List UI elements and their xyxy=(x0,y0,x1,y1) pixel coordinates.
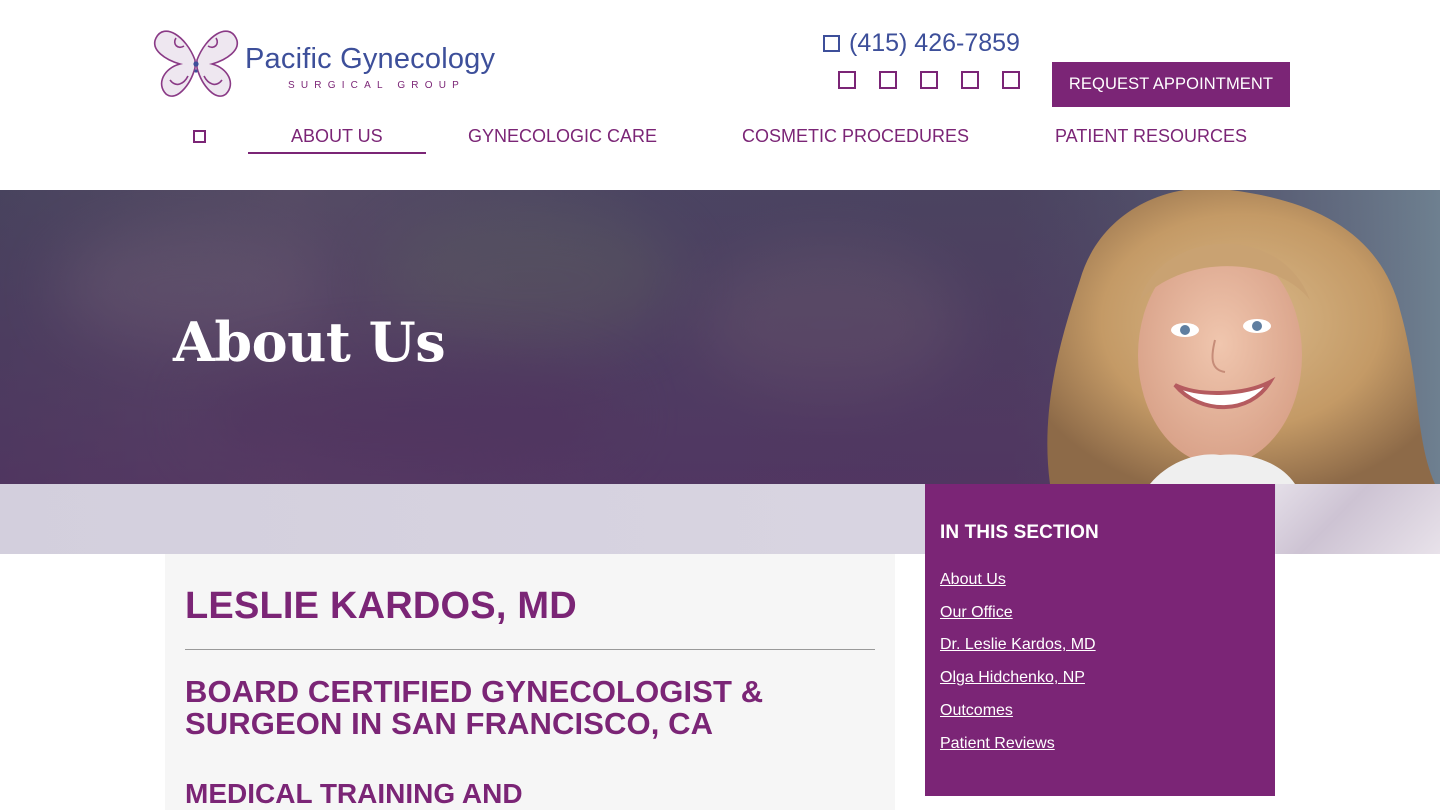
nav-item-about-us[interactable]: ABOUT US xyxy=(291,126,383,147)
credentials-subheading: BOARD CERTIFIED GYNECOLOGIST & SURGEON I… xyxy=(185,674,764,741)
heading-divider xyxy=(185,649,875,650)
page-title: About Us xyxy=(173,310,446,374)
hero-banner: About Us xyxy=(0,190,1440,484)
sidebar-link-about-us[interactable]: About Us xyxy=(940,571,1006,589)
site-logo[interactable]: Pacific Gynecology SURGICAL GROUP xyxy=(150,24,520,102)
doctor-portrait xyxy=(1020,190,1440,484)
phone-number: (415) 426-7859 xyxy=(849,28,1020,57)
twitter-icon[interactable] xyxy=(879,71,920,91)
nav-item-cosmetic-procedures[interactable]: COSMETIC PROCEDURES xyxy=(742,126,969,147)
home-icon[interactable] xyxy=(193,130,206,143)
request-appointment-button[interactable]: REQUEST APPOINTMENT xyxy=(1052,62,1290,107)
butterfly-logo-icon xyxy=(153,30,239,97)
logo-title: Pacific Gynecology xyxy=(245,43,496,75)
phone-link[interactable]: (415) 426-7859 xyxy=(823,28,1020,58)
sidebar-link-our-office[interactable]: Our Office xyxy=(940,604,1013,622)
nav-item-patient-resources[interactable]: PATIENT RESOURCES xyxy=(1055,126,1247,147)
main-nav: ABOUT US GYNECOLOGIC CARE COSMETIC PROCE… xyxy=(0,118,1440,158)
instagram-icon[interactable] xyxy=(920,71,961,91)
social-links xyxy=(838,71,1043,91)
section-sidebar: IN THIS SECTION About Us Our Office Dr. … xyxy=(925,484,1275,796)
linkedin-icon[interactable] xyxy=(1002,71,1043,91)
logo-tagline: SURGICAL GROUP xyxy=(288,80,466,91)
main-content: LESLIE KARDOS, MD BOARD CERTIFIED GYNECO… xyxy=(165,554,895,810)
sidebar-title: IN THIS SECTION xyxy=(940,522,1099,543)
sidebar-link-outcomes[interactable]: Outcomes xyxy=(940,702,1013,720)
doctor-name-heading: LESLIE KARDOS, MD xyxy=(185,585,577,627)
training-section-heading: MEDICAL TRAINING AND xyxy=(185,778,523,809)
facebook-icon[interactable] xyxy=(838,71,879,91)
active-nav-indicator xyxy=(248,152,426,154)
youtube-icon[interactable] xyxy=(961,71,1002,91)
sidebar-link-olga-hidchenko[interactable]: Olga Hidchenko, NP xyxy=(940,669,1085,687)
nav-item-gynecologic-care[interactable]: GYNECOLOGIC CARE xyxy=(468,126,657,147)
sidebar-link-dr-kardos[interactable]: Dr. Leslie Kardos, MD xyxy=(940,636,1096,654)
sidebar-link-patient-reviews[interactable]: Patient Reviews xyxy=(940,735,1055,753)
decorative-floral-strip xyxy=(1276,484,1440,554)
site-header: Pacific Gynecology SURGICAL GROUP (415) … xyxy=(0,0,1440,190)
phone-icon xyxy=(823,34,840,52)
